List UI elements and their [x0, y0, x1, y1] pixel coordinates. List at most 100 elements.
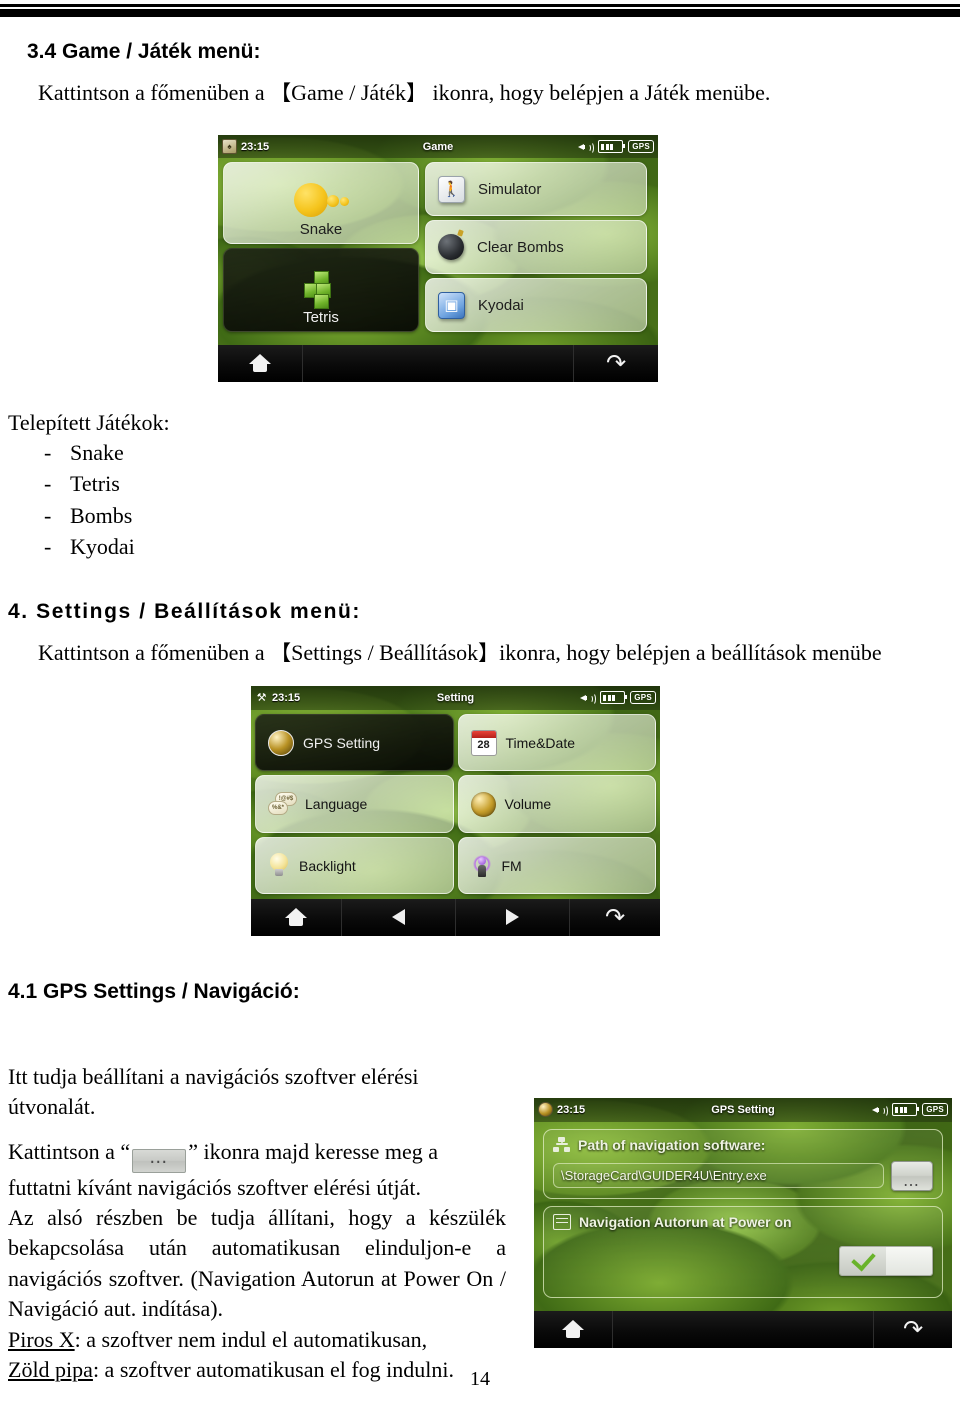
status-indicators: GPS — [872, 1103, 948, 1117]
gps-status-bar: 23:15 GPS Setting GPS — [534, 1098, 952, 1122]
autorun-toggle-on[interactable] — [840, 1246, 886, 1275]
gps-badge[interactable]: GPS — [628, 140, 654, 154]
installed-games-heading: Telepített Játékok: — [8, 410, 170, 435]
game-tile-kyodai[interactable]: ▣ Kyodai — [425, 278, 647, 333]
bracket-open: 【 — [270, 81, 292, 105]
volume-icon — [470, 791, 496, 817]
nav-path-input[interactable]: \StorageCard\GUIDER4U\Entry.exe — [553, 1163, 884, 1189]
home-button[interactable] — [218, 344, 303, 382]
language-bubble-2: %&* — [268, 801, 288, 816]
header-rule — [0, 4, 960, 17]
kyodai-icon: ▣ — [438, 291, 465, 319]
section-34-heading-block: 3.4 Game / Játék menü: — [27, 40, 927, 64]
legend-red: Piros X: a szoftver nem indul el automat… — [8, 1325, 506, 1355]
calendar-icon: 28 — [470, 729, 497, 756]
autorun-toggle-off[interactable] — [886, 1246, 932, 1275]
settings-tile-fm[interactable]: FM — [457, 836, 656, 895]
status-indicators: GPS — [580, 691, 656, 705]
calendar-day: 28 — [477, 738, 490, 751]
prev-button[interactable] — [342, 898, 456, 936]
gps-badge[interactable]: GPS — [922, 1103, 948, 1117]
back-arrow-icon: ↶ — [604, 903, 625, 932]
speaker-icon[interactable] — [872, 1104, 889, 1117]
settings-tile-label: FM — [501, 857, 522, 874]
home-button[interactable] — [534, 1310, 613, 1348]
game-tile-snake[interactable]: Snake — [223, 162, 419, 245]
game-tile-label: Kyodai — [478, 296, 524, 314]
back-button[interactable]: ↶ — [570, 899, 660, 937]
speaker-icon[interactable] — [580, 692, 597, 705]
browse-dots-icon: … — [132, 1148, 187, 1173]
game-name: Tetris — [70, 471, 120, 497]
back-arrow-icon: ↶ — [902, 1315, 924, 1344]
section-41-para3: Az alsó részben be tudja állítani, hogy … — [8, 1205, 506, 1322]
settings-tile-language[interactable]: !@#$ %&* Language — [255, 775, 454, 833]
nav-path-panel: Path of navigation software: \StorageCar… — [543, 1128, 943, 1199]
installed-games-list: - Snake - Tetris - Bombs - Kyodai — [8, 437, 508, 562]
settings-tile-label: Language — [305, 796, 368, 813]
settings-tile-grid: GPS Setting 28 Time&Date !@#$ %&* Langua… — [251, 710, 660, 899]
section-41-para2: Kattintson a “…” ikonra majd keresse meg… — [8, 1137, 506, 1203]
section-34-intro-before: Kattintson a főmenüben a — [38, 80, 265, 105]
settings-status-bar: ⚒ 23:15 Setting GPS — [251, 686, 660, 710]
nav-path-label: Path of navigation software: — [578, 1136, 766, 1153]
section-4-heading-block: 4. Settings / Beállítások menü: — [8, 600, 928, 624]
settings-tile-label: GPS Setting — [303, 734, 381, 751]
simulator-icon: 🚶 — [438, 175, 465, 203]
list-item: - Bombs — [8, 500, 508, 531]
back-button[interactable]: ↶ — [873, 1310, 952, 1348]
home-icon — [249, 354, 271, 373]
bullet-dash: - — [44, 533, 52, 559]
back-button[interactable]: ↶ — [573, 344, 658, 382]
game-tile-label: Simulator — [478, 180, 542, 198]
settings-tile-backlight[interactable]: Backlight — [255, 836, 454, 895]
left-arrow-icon — [392, 909, 406, 926]
section-41-heading-block: 4.1 GPS Settings / Navigáció: — [8, 980, 928, 1004]
home-icon — [285, 908, 308, 927]
settings-tile-volume[interactable]: Volume — [457, 775, 656, 833]
browse-button[interactable]: … — [891, 1160, 933, 1191]
section-4-intro: Kattintson a főmenüben a 【Settings / Beá… — [38, 638, 958, 668]
game-tile-clear-bombs[interactable]: Clear Bombs — [425, 220, 647, 275]
game-toolbar: ↶ — [218, 344, 658, 382]
bracket-open: 【 — [270, 641, 292, 665]
settings-toolbar: ↶ — [251, 898, 660, 937]
language-icon: !@#$ %&* — [268, 792, 297, 816]
bullet-dash: - — [44, 471, 52, 497]
autorun-label: Navigation Autorun at Power on — [579, 1213, 792, 1230]
game-tile-label: Tetris — [303, 309, 339, 327]
game-tile-tetris[interactable]: Tetris — [223, 248, 419, 333]
next-button[interactable] — [456, 898, 570, 936]
game-tile-label: Clear Bombs — [477, 238, 564, 256]
home-button[interactable] — [251, 898, 343, 936]
game-status-bar: ♠ 23:15 Game GPS — [218, 135, 658, 159]
section-34-heading: 3.4 Game / Játék menü: — [27, 40, 261, 63]
bullet-dash: - — [44, 502, 52, 528]
nav-path-label-row: Path of navigation software: — [553, 1137, 933, 1153]
legend-red-term: Piros X — [8, 1326, 75, 1352]
game-tile-label: Snake — [299, 221, 343, 239]
bomb-icon — [438, 234, 464, 261]
game-name: Bombs — [70, 502, 133, 528]
speaker-icon[interactable] — [578, 141, 595, 154]
list-item: - Kyodai — [8, 531, 508, 562]
gps-badge[interactable]: GPS — [630, 691, 656, 705]
autorun-toggle[interactable] — [839, 1245, 933, 1276]
installed-games-block: Telepített Játékok: - Snake - Tetris - B… — [8, 408, 508, 562]
section-41-text-column: Itt tudja beállítani a navigációs szoftv… — [8, 1062, 506, 1385]
settings-menu-screenshot: ⚒ 23:15 Setting GPS GPS Setting 28 Time&… — [251, 686, 660, 936]
game-tile-simulator[interactable]: 🚶 Simulator — [425, 162, 647, 217]
section-41-heading: 4.1 GPS Settings / Navigáció: — [8, 980, 300, 1003]
settings-tile-time-date[interactable]: 28 Time&Date — [457, 713, 656, 772]
gps-globe-icon — [268, 729, 294, 756]
checkmark-icon — [850, 1246, 876, 1272]
list-item: - Snake — [8, 437, 508, 468]
settings-tile-gps-setting[interactable]: GPS Setting — [255, 713, 454, 772]
para2-before: Kattintson a “ — [8, 1138, 131, 1164]
gps-setting-body: Path of navigation software: \StorageCar… — [534, 1122, 952, 1311]
settings-tile-label: Volume — [504, 796, 552, 813]
bracket-label-settings: Settings / Beállítások — [291, 640, 479, 665]
list-item: - Tetris — [8, 468, 508, 499]
bracket-close: 】 — [478, 641, 500, 665]
